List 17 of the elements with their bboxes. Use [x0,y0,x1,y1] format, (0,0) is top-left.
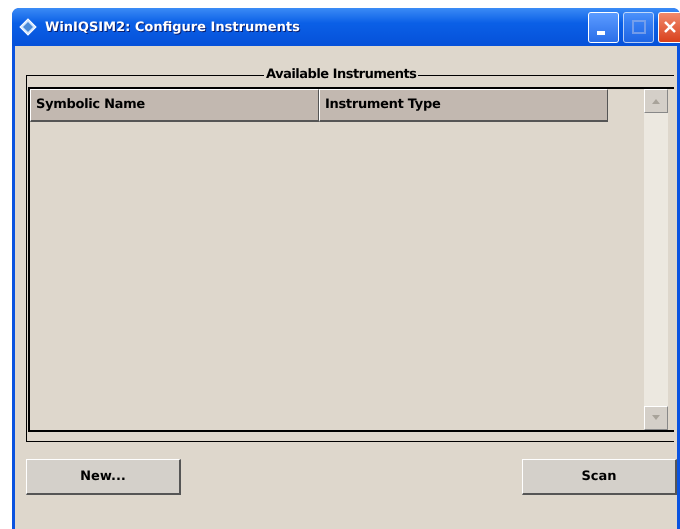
scroll-up-button[interactable] [644,89,668,113]
minimize-button[interactable] [588,12,619,42]
diamond-icon [19,18,37,36]
close-button[interactable] [658,12,680,42]
close-icon [662,20,676,34]
scrollbar[interactable] [644,89,668,430]
up-arrow-icon [651,98,661,104]
column-header[interactable]: Symbolic Name [30,89,319,122]
down-arrow-icon [651,415,661,421]
maximize-button[interactable] [623,12,654,42]
new-button[interactable]: New... [26,459,181,495]
scan-button[interactable]: Scan [522,459,677,495]
minimize-icon [596,31,604,35]
scroll-down-button[interactable] [644,406,668,430]
column-header[interactable]: Instrument Type [319,89,608,122]
maximize-icon [632,20,646,34]
window-title: WinIQSIM2: Configure Instruments [45,20,300,34]
